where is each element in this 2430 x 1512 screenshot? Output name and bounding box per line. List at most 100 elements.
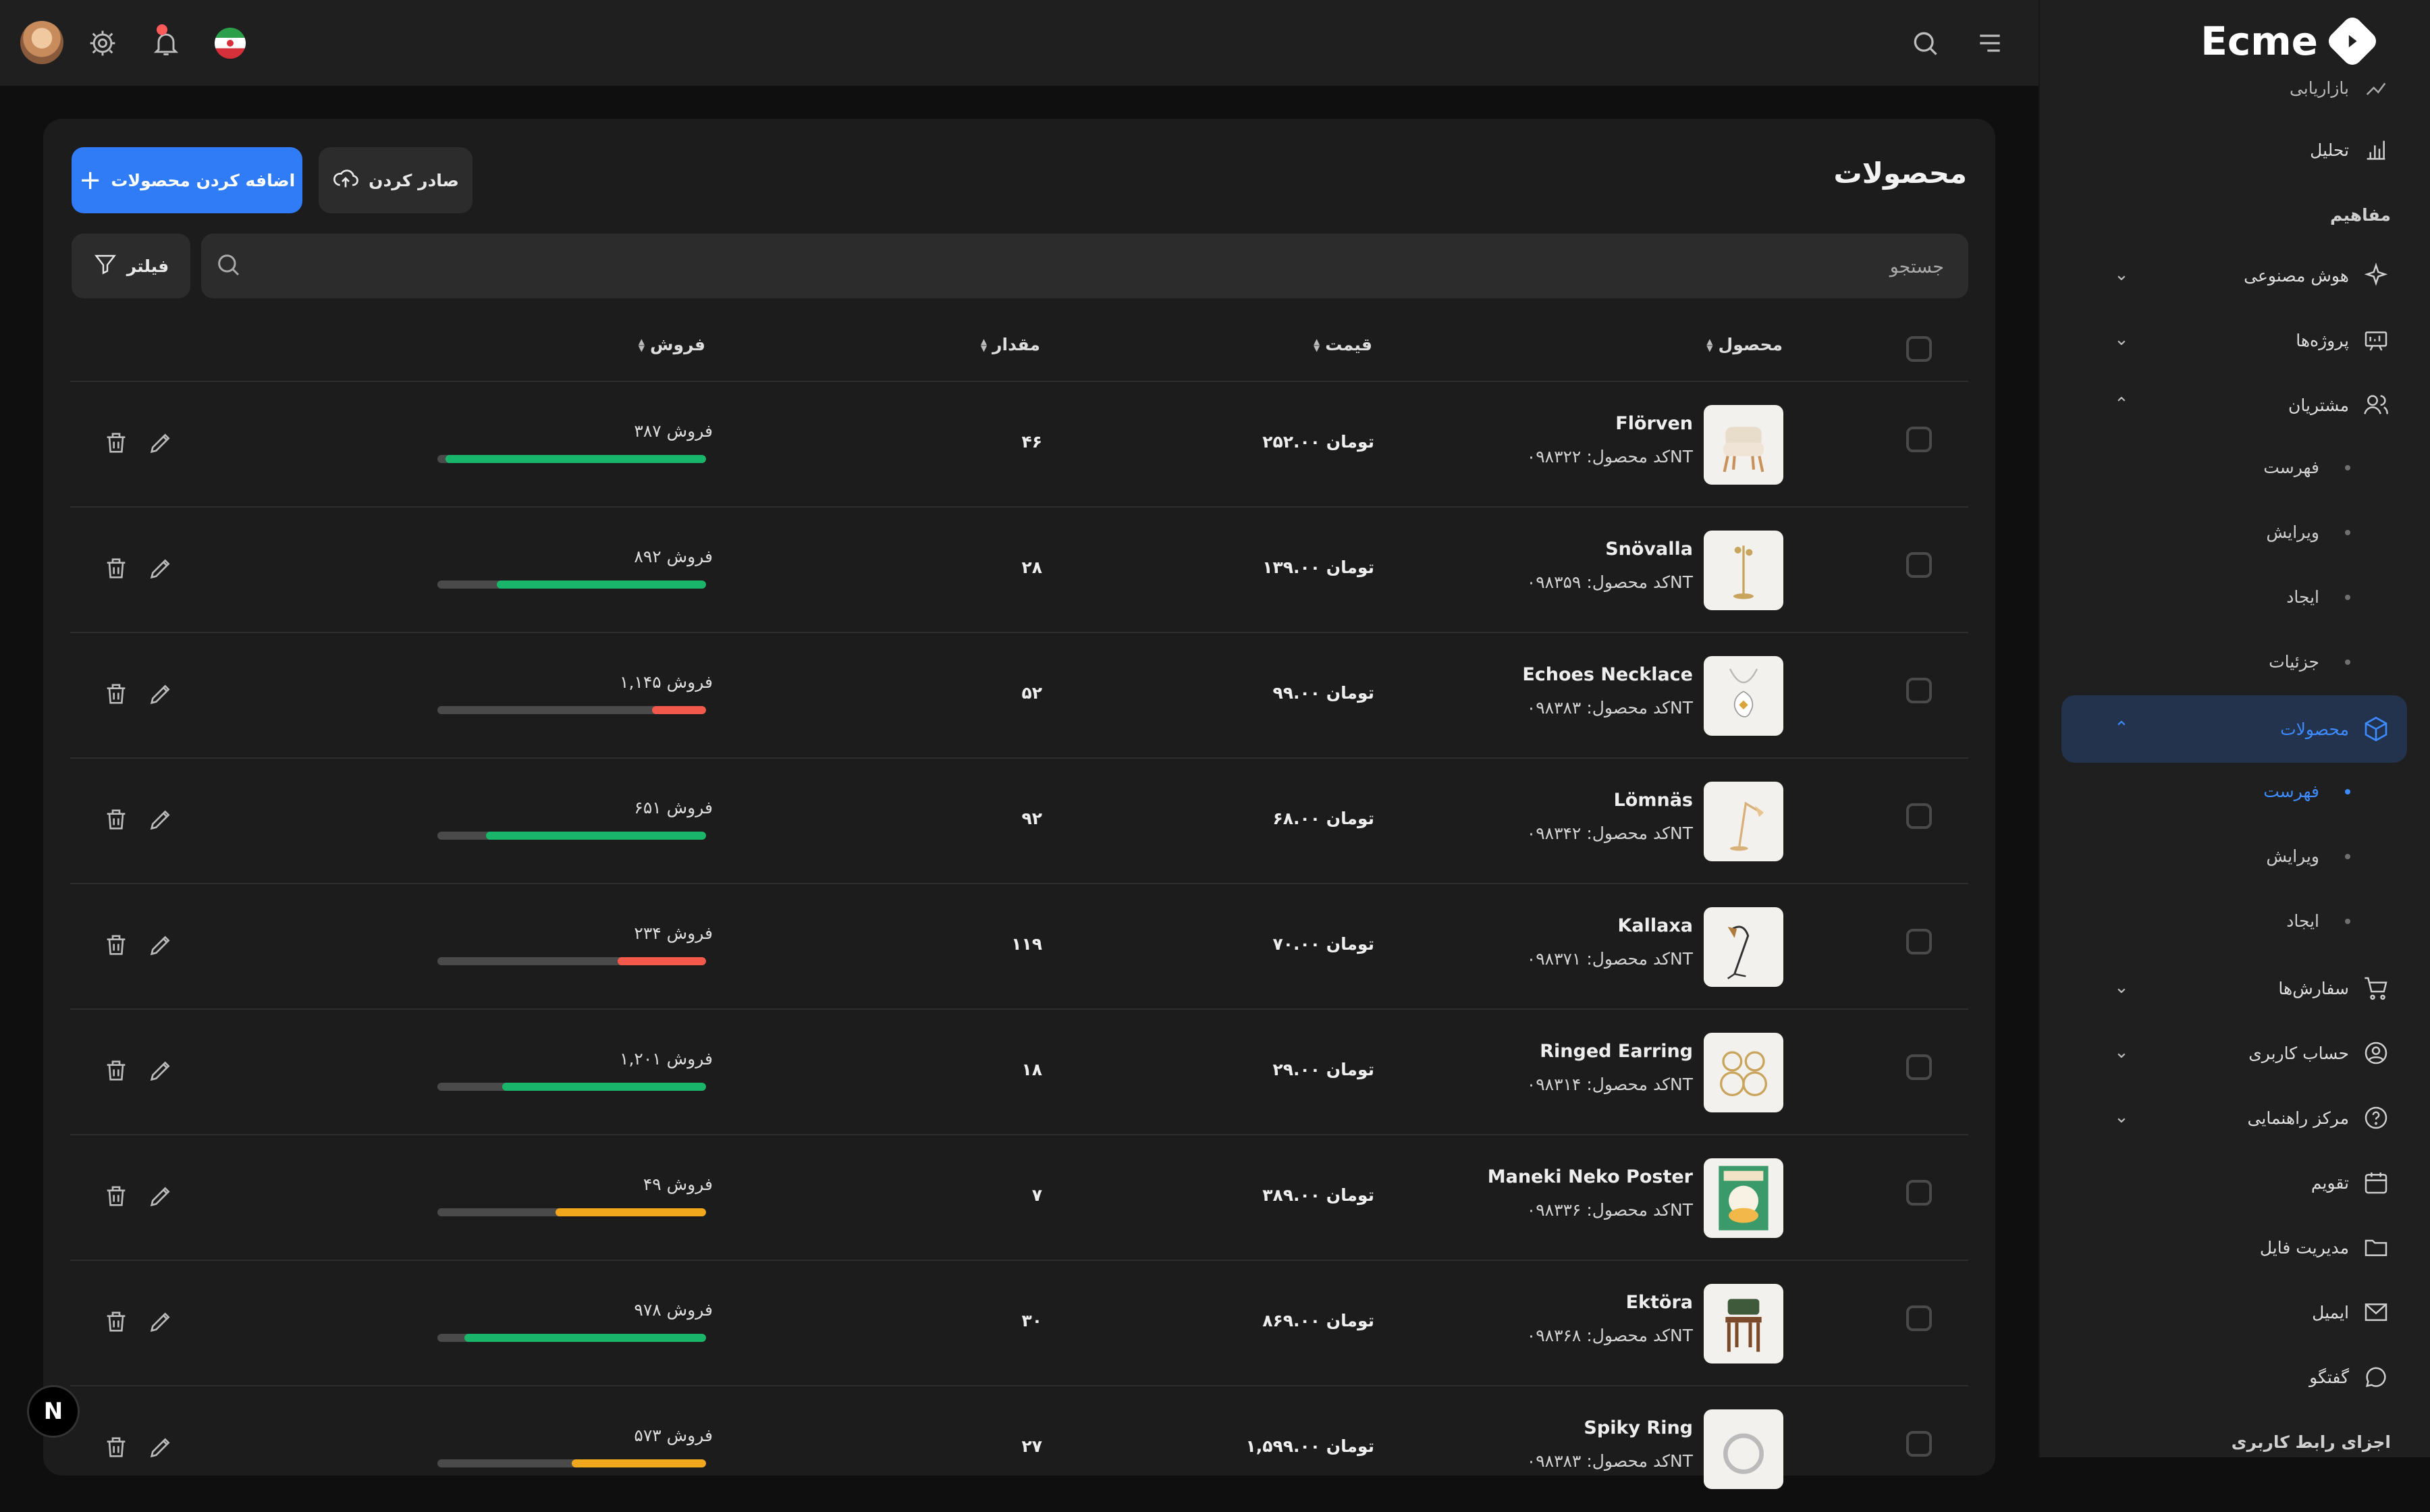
logo[interactable]: Ecme	[2200, 14, 2380, 69]
sidebar-subitem-customers-create[interactable]: ایجاد	[2286, 587, 2350, 607]
product-name[interactable]: Ektöra	[1626, 1292, 1693, 1313]
chevron-down-icon: ⌄	[2114, 1107, 2129, 1127]
sidebar-item-files[interactable]: مدیریت فایل	[2260, 1227, 2391, 1268]
sidebar-item-email[interactable]: ایمیل	[2312, 1292, 2391, 1332]
cloud-upload-icon	[332, 165, 359, 196]
sidebar: Ecme بازاریابی تحلیل مفاهیم ⌄ هوش مصنوعی…	[2039, 0, 2430, 1457]
trash-icon[interactable]	[103, 680, 132, 710]
column-header-price[interactable]: ▲ ▼ قیمت	[1314, 335, 1372, 354]
trash-icon[interactable]	[103, 1057, 132, 1087]
chevron-down-icon: ⌄	[2114, 1042, 2129, 1062]
product-name[interactable]: Flörven	[1615, 413, 1693, 434]
menu-icon[interactable]	[1968, 22, 2012, 65]
sidebar-item-orders[interactable]: ⌄ سفارش‌ها	[2074, 968, 2391, 1008]
column-label: فروش	[650, 335, 705, 354]
sidebar-item-label: پروژه‌ها	[2296, 330, 2349, 350]
column-header-quantity[interactable]: ▲ ▼ مقدار	[981, 335, 1040, 354]
row-checkbox[interactable]	[1906, 1305, 1932, 1331]
product-thumbnail[interactable]	[1704, 531, 1783, 610]
edit-icon[interactable]	[147, 680, 177, 710]
trash-icon[interactable]	[103, 806, 132, 836]
sidebar-subitem-customers-details[interactable]: جزئیات	[2269, 652, 2350, 672]
sidebar-subitem-customers-edit[interactable]: ویرایش	[2266, 522, 2350, 542]
row-checkbox[interactable]	[1906, 803, 1932, 829]
product-price: ۷۰.۰۰ تومان	[1272, 934, 1374, 954]
sidebar-item-marketing[interactable]: بازاریابی	[2290, 68, 2391, 108]
product-name[interactable]: Lömnäs	[1614, 790, 1693, 811]
sidebar-subitem-products-edit[interactable]: ویرایش	[2266, 846, 2350, 866]
n-badge[interactable]: N	[27, 1385, 80, 1438]
export-button[interactable]: صادر کردن	[319, 147, 473, 213]
filter-button[interactable]: فیلتر	[72, 234, 190, 298]
product-thumbnail[interactable]	[1704, 1284, 1783, 1364]
chevron-down-icon: ⌄	[2114, 265, 2129, 285]
user-avatar[interactable]	[20, 21, 63, 64]
edit-icon[interactable]	[147, 429, 177, 459]
edit-icon[interactable]	[147, 932, 177, 961]
trash-icon[interactable]	[103, 1308, 132, 1338]
column-header-product[interactable]: ▲ ▼ محصول	[1706, 335, 1783, 354]
sidebar-item-customers[interactable]: ⌃ مشتریان	[2074, 385, 2391, 425]
flag-icon[interactable]	[215, 28, 246, 59]
sales-progress-bar	[437, 957, 706, 965]
trash-icon[interactable]	[103, 1434, 132, 1463]
sidebar-subitem-customers-list[interactable]: فهرست	[2263, 458, 2350, 477]
sidebar-item-account[interactable]: ⌄ حساب کاربری	[2074, 1033, 2391, 1073]
plus-icon: +	[78, 165, 102, 196]
row-checkbox[interactable]	[1906, 929, 1932, 954]
sidebar-item-products[interactable]: ⌃ محصولات	[2074, 709, 2391, 749]
column-header-sales[interactable]: ▲ ▼ فروش	[639, 335, 705, 354]
sidebar-item-projects[interactable]: ⌄ پروژه‌ها	[2074, 320, 2391, 360]
edit-icon[interactable]	[147, 806, 177, 836]
row-checkbox[interactable]	[1906, 1431, 1932, 1457]
product-name[interactable]: Kallaxa	[1617, 915, 1693, 936]
edit-icon[interactable]	[147, 1057, 177, 1087]
search-icon	[215, 251, 244, 281]
edit-icon[interactable]	[147, 555, 177, 585]
sidebar-subitem-products-list[interactable]: فهرست	[2263, 782, 2350, 801]
edit-icon[interactable]	[147, 1183, 177, 1212]
product-price: ۱۳۹.۰۰ تومان	[1262, 558, 1374, 577]
product-code: کد محصول: ۰۹۸۳۱۴NT	[1526, 1075, 1693, 1094]
trash-icon[interactable]	[103, 1183, 132, 1212]
sidebar-item-ai[interactable]: ⌄ هوش مصنوعی	[2074, 255, 2391, 296]
row-checkbox[interactable]	[1906, 427, 1932, 452]
sidebar-item-chat[interactable]: گفتگو	[2309, 1357, 2391, 1397]
product-thumbnail[interactable]	[1704, 1158, 1783, 1238]
sidebar-subitem-products-create[interactable]: ایجاد	[2286, 911, 2350, 931]
select-all-checkbox[interactable]	[1906, 336, 1932, 362]
product-thumbnail[interactable]	[1704, 405, 1783, 485]
row-checkbox[interactable]	[1906, 1054, 1932, 1080]
product-name[interactable]: Snövalla	[1605, 539, 1693, 560]
edit-icon[interactable]	[147, 1434, 177, 1463]
sidebar-item-calendar[interactable]: تقویم	[2311, 1162, 2391, 1203]
trash-icon[interactable]	[103, 429, 132, 459]
sidebar-item-help[interactable]: ⌄ مرکز راهنمایی	[2074, 1098, 2391, 1138]
table-row: Lömnäs کد محصول: ۰۹۸۳۴۲NT ۶۸.۰۰ تومان ۹۲…	[70, 757, 1968, 884]
trash-icon[interactable]	[103, 555, 132, 585]
help-icon	[2361, 1103, 2391, 1133]
sales-progress-bar	[437, 1083, 706, 1091]
row-checkbox[interactable]	[1906, 552, 1932, 578]
sales-progress-fill	[572, 1459, 706, 1467]
gear-icon[interactable]	[81, 22, 124, 65]
product-thumbnail[interactable]	[1704, 782, 1783, 861]
search-icon[interactable]	[1904, 22, 1947, 65]
sidebar-item-analytics[interactable]: تحلیل	[2310, 130, 2391, 170]
product-thumbnail[interactable]	[1704, 1409, 1783, 1489]
product-name[interactable]: Echoes Necklace	[1522, 664, 1693, 685]
product-name[interactable]: Ringed Earring	[1540, 1041, 1693, 1062]
row-checkbox[interactable]	[1906, 678, 1932, 703]
search-input[interactable]	[248, 234, 1945, 300]
add-products-button[interactable]: + اضافه کردن محصولات	[72, 147, 302, 213]
edit-icon[interactable]	[147, 1308, 177, 1338]
row-checkbox[interactable]	[1906, 1180, 1932, 1206]
product-thumbnail[interactable]	[1704, 656, 1783, 736]
product-thumbnail[interactable]	[1704, 1033, 1783, 1112]
product-thumbnail[interactable]	[1704, 907, 1783, 987]
product-name[interactable]: Maneki Neko Poster	[1488, 1166, 1693, 1187]
product-name[interactable]: Spiky Ring	[1584, 1418, 1693, 1438]
product-sales: ۱,۱۴۵ فروش	[620, 672, 713, 692]
user-circle-icon	[2361, 1038, 2391, 1068]
trash-icon[interactable]	[103, 932, 132, 961]
